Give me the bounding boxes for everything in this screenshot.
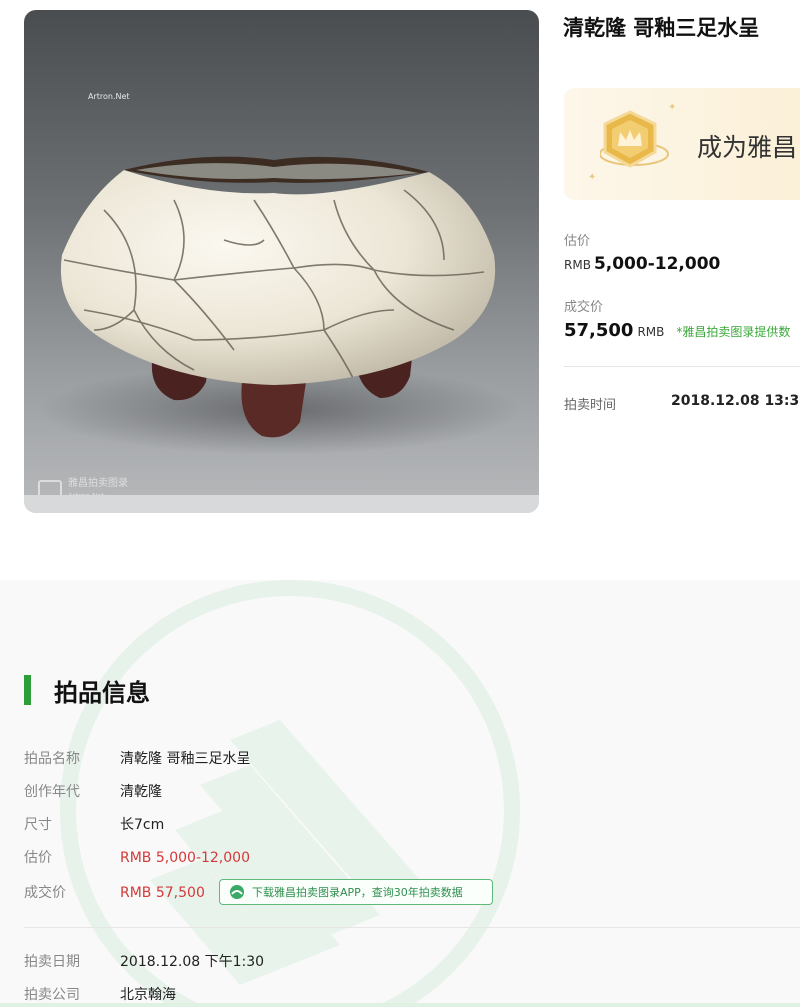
section-accent-bar — [24, 675, 31, 705]
lot-info-section: 拍品信息 拍品名称 清乾隆 哥釉三足水呈 创作年代 清乾隆 尺寸 长7cm 估价 RMB… — [0, 580, 800, 1007]
info-value: RMB 57,500 — [120, 885, 205, 901]
info-label: 估价 — [24, 850, 52, 866]
deal-price-currency: RMB — [637, 325, 665, 339]
product-title: 清乾隆 哥釉三足水呈 — [563, 16, 760, 40]
vip-banner[interactable]: ✦ ✦ 成为雅昌 — [564, 88, 800, 200]
bottom-accent-bar — [0, 1003, 800, 1007]
info-divider — [24, 927, 800, 928]
estimate-currency: RMB — [564, 258, 591, 272]
auction-time-value: 2018.12.08 13:30 — [671, 393, 800, 409]
watermark-line1: 雅昌拍卖图录 — [68, 478, 128, 489]
info-label: 尺寸 — [24, 817, 52, 833]
deal-price-row: 57,500 RMB *雅昌拍卖图录提供数 — [564, 320, 790, 341]
deal-price-note: *雅昌拍卖图录提供数 — [676, 325, 791, 339]
info-value: 北京翰海 — [120, 987, 176, 1003]
info-value: 2018.12.08 下午1:30 — [120, 954, 265, 970]
price-divider — [564, 366, 800, 367]
info-label: 拍品名称 — [24, 751, 80, 767]
download-app-button[interactable]: 下载雅昌拍卖图录APP，查询30年拍卖数据 — [219, 879, 493, 905]
info-row-estimate: 估价 RMB 5,000-12,000 — [24, 847, 250, 867]
deal-price-label: 成交价 — [564, 300, 604, 315]
auction-time-label: 拍卖时间 — [564, 398, 617, 413]
info-value: 长7cm — [120, 817, 165, 833]
sparkle-icon: ✦ — [588, 172, 597, 183]
info-row-name: 拍品名称 清乾隆 哥釉三足水呈 — [24, 748, 250, 768]
info-row-auction-date: 拍卖日期 2018.12.08 下午1:30 — [24, 951, 264, 971]
info-value: 清乾隆 哥釉三足水呈 — [120, 751, 251, 767]
info-label: 成交价 — [24, 885, 66, 901]
estimate-row: RMB 5,000-12,000 — [564, 254, 720, 274]
download-app-label: 下载雅昌拍卖图录APP，查询30年拍卖数据 — [252, 886, 463, 899]
section-title: 拍品信息 — [54, 679, 150, 707]
sparkle-icon: ✦ — [668, 102, 677, 113]
artron-app-icon — [230, 885, 244, 899]
product-header: Artron.Net 雅昌拍卖图录 Artron.Net 清乾隆 哥釉三足水呈 … — [0, 0, 800, 580]
info-row-deal-price: 成交价 RMB 57,500 — [24, 882, 205, 902]
site-watermark: Artron.Net — [88, 92, 130, 101]
info-row-auction-house: 拍卖公司 北京翰海 — [24, 984, 176, 1004]
estimate-label: 估价 — [564, 234, 591, 249]
crown-badge-icon — [600, 110, 669, 168]
product-photo[interactable]: Artron.Net 雅昌拍卖图录 Artron.Net — [24, 10, 539, 513]
estimate-value: 5,000-12,000 — [593, 254, 721, 274]
info-label: 创作年代 — [24, 784, 80, 800]
vip-banner-text: 成为雅昌 — [697, 133, 798, 162]
deal-price-value: 57,500 — [564, 320, 634, 341]
info-row-size: 尺寸 长7cm — [24, 814, 164, 834]
info-value: RMB 5,000-12,000 — [120, 850, 250, 866]
info-label: 拍卖日期 — [24, 954, 80, 970]
photo-bottom-strip — [24, 495, 539, 513]
info-value: 清乾隆 — [120, 784, 162, 800]
info-label: 拍卖公司 — [24, 987, 80, 1003]
info-row-period: 创作年代 清乾隆 — [24, 781, 162, 801]
porcelain-bowl-image — [39, 156, 519, 455]
